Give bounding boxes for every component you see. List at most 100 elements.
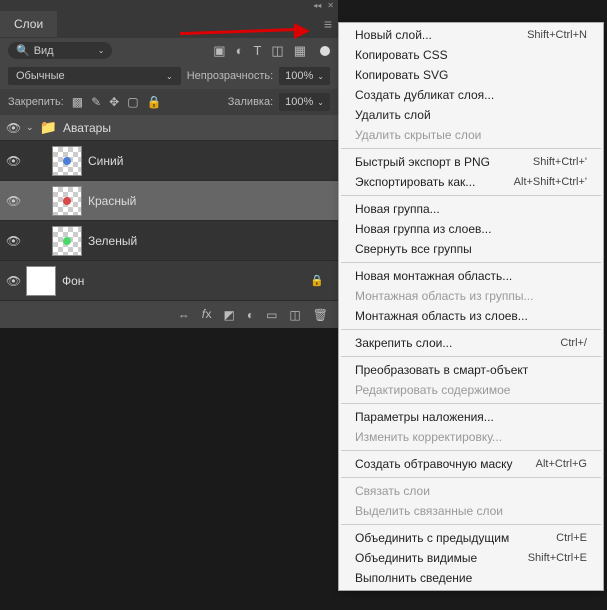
filter-input[interactable] xyxy=(34,45,94,57)
link-layers-icon[interactable]: ⇔ xyxy=(178,308,190,322)
filter-shape-icon[interactable]: ◫ xyxy=(271,43,283,59)
layer-row[interactable]: 👁 Красный xyxy=(0,181,338,221)
menu-item-label: Новая группа... xyxy=(355,202,440,216)
menu-item-label: Новый слой... xyxy=(355,28,432,42)
menu-item[interactable]: Создать дубликат слоя... xyxy=(339,85,603,105)
menu-item[interactable]: Новая монтажная область... xyxy=(339,266,603,286)
lock-position-icon[interactable]: ✥ xyxy=(109,95,119,109)
layer-thumbnail[interactable] xyxy=(52,186,82,216)
layer-name: Фон xyxy=(62,274,84,288)
adjustment-layer-icon[interactable]: ◐ xyxy=(247,308,254,322)
opacity-value: 100% xyxy=(285,70,313,82)
menu-item-label: Объединить видимые xyxy=(355,551,477,565)
close-icon[interactable]: ✕ xyxy=(327,1,334,10)
opacity-input[interactable]: 100% ⌄ xyxy=(279,67,330,85)
lock-row: Закрепить: ▩ ✎ ✥ ▢ 🔒 Заливка: 100% ⌄ xyxy=(0,89,338,115)
visibility-icon[interactable]: 👁 xyxy=(6,121,20,135)
menu-item[interactable]: Быстрый экспорт в PNGShift+Ctrl+' xyxy=(339,152,603,172)
lock-artboard-icon[interactable]: ▢ xyxy=(127,95,138,109)
menu-item-label: Связать слои xyxy=(355,484,430,498)
lock-all-icon[interactable]: 🔒 xyxy=(147,95,162,109)
menu-item-label: Создать обтравочную маску xyxy=(355,457,513,471)
layer-filter-dropdown[interactable]: 🔍 ⌄ xyxy=(8,42,112,59)
menu-item[interactable]: Преобразовать в смарт-объект xyxy=(339,360,603,380)
menu-item-label: Редактировать содержимое xyxy=(355,383,510,397)
collapse-icon[interactable]: ◂◂ xyxy=(313,1,321,10)
blend-mode-dropdown[interactable]: Обычные ⌄ xyxy=(8,67,181,85)
filter-row: 🔍 ⌄ ▣ ◐ T ◫ ▦ xyxy=(0,38,338,63)
layer-thumbnail[interactable] xyxy=(26,266,56,296)
annotation-arrow xyxy=(180,30,300,33)
visibility-icon[interactable]: 👁 xyxy=(6,194,20,208)
lock-pixels-icon[interactable]: ✎ xyxy=(91,95,101,109)
layer-row[interactable]: 👁 Фон 🔒 xyxy=(0,261,338,301)
menu-item[interactable]: Закрепить слои...Ctrl+/ xyxy=(339,333,603,353)
menu-item-label: Изменить корректировку... xyxy=(355,430,502,444)
fill-label: Заливка: xyxy=(228,96,273,108)
menu-item[interactable]: Объединить с предыдущимCtrl+E xyxy=(339,528,603,548)
filter-type-icon[interactable]: T xyxy=(253,43,261,58)
chevron-down-icon: ⌄ xyxy=(317,98,324,107)
menu-item[interactable]: Объединить видимыеShift+Ctrl+E xyxy=(339,548,603,568)
layers-tab[interactable]: Слои xyxy=(0,11,57,37)
lock-transparency-icon[interactable]: ▩ xyxy=(72,95,83,109)
filter-pixel-icon[interactable]: ▣ xyxy=(213,43,225,59)
menu-separator xyxy=(341,148,601,149)
menu-separator xyxy=(341,403,601,404)
fill-input[interactable]: 100% ⌄ xyxy=(279,93,330,111)
visibility-icon[interactable]: 👁 xyxy=(6,274,20,288)
menu-item[interactable]: Свернуть все группы xyxy=(339,239,603,259)
menu-item[interactable]: Удалить слой xyxy=(339,105,603,125)
menu-item[interactable]: Параметры наложения... xyxy=(339,407,603,427)
menu-item[interactable]: Монтажная область из слоев... xyxy=(339,306,603,326)
layer-thumbnail[interactable] xyxy=(52,226,82,256)
layer-row[interactable]: 👁 Зеленый xyxy=(0,221,338,261)
menu-item-shortcut: Alt+Shift+Ctrl+' xyxy=(514,176,587,188)
layer-name: Красный xyxy=(88,194,136,208)
menu-item-label: Преобразовать в смарт-объект xyxy=(355,363,528,377)
chevron-down-icon: ⌄ xyxy=(166,72,173,81)
menu-item-label: Создать дубликат слоя... xyxy=(355,88,494,102)
menu-item[interactable]: Копировать CSS xyxy=(339,45,603,65)
menu-item[interactable]: Экспортировать как...Alt+Shift+Ctrl+' xyxy=(339,172,603,192)
menu-item-shortcut: Shift+Ctrl+N xyxy=(527,29,587,41)
menu-item-shortcut: Alt+Ctrl+G xyxy=(536,458,587,470)
visibility-icon[interactable]: 👁 xyxy=(6,154,20,168)
visibility-icon[interactable]: 👁 xyxy=(6,234,20,248)
layer-mask-icon[interactable]: ◩ xyxy=(223,308,234,322)
menu-item: Удалить скрытые слои xyxy=(339,125,603,145)
menu-item[interactable]: Копировать SVG xyxy=(339,65,603,85)
menu-item: Изменить корректировку... xyxy=(339,427,603,447)
layer-style-icon[interactable]: 𝑓x xyxy=(202,307,212,322)
blend-opacity-row: Обычные ⌄ Непрозрачность: 100% ⌄ xyxy=(0,63,338,89)
menu-item-label: Новая группа из слоев... xyxy=(355,222,491,236)
panel-menu-icon[interactable]: ≡ xyxy=(324,16,332,32)
menu-item[interactable]: Новая группа... xyxy=(339,199,603,219)
menu-item[interactable]: Новая группа из слоев... xyxy=(339,219,603,239)
lock-icon[interactable]: 🔒 xyxy=(310,274,324,287)
delete-layer-icon[interactable]: 🗑 xyxy=(313,308,328,322)
filter-smart-icon[interactable]: ▦ xyxy=(294,43,306,59)
blend-mode-value: Обычные xyxy=(16,70,65,82)
layer-thumbnail[interactable] xyxy=(52,146,82,176)
layer-name: Синий xyxy=(88,154,123,168)
new-layer-icon[interactable]: ◫ xyxy=(289,308,300,322)
menu-item[interactable]: Создать обтравочную маску Alt+Ctrl+G xyxy=(339,454,603,474)
menu-separator xyxy=(341,356,601,357)
layer-folder[interactable]: 👁 ⌄ 📁 Аватары xyxy=(0,115,338,141)
menu-item-label: Монтажная область из слоев... xyxy=(355,309,528,323)
chevron-down-icon: ⌄ xyxy=(317,72,324,81)
filter-adjustment-icon[interactable]: ◐ xyxy=(236,43,244,58)
filter-toggle[interactable] xyxy=(320,46,330,56)
menu-item[interactable]: Новый слой... Shift+Ctrl+N xyxy=(339,25,603,45)
menu-item-label: Монтажная область из группы... xyxy=(355,289,533,303)
menu-separator xyxy=(341,477,601,478)
menu-item-label: Свернуть все группы xyxy=(355,242,472,256)
chevron-down-icon[interactable]: ⌄ xyxy=(26,122,34,133)
layer-row[interactable]: 👁 Синий xyxy=(0,141,338,181)
new-group-icon[interactable]: ▭ xyxy=(266,308,277,322)
menu-item-label: Удалить скрытые слои xyxy=(355,128,481,142)
layers-list: 👁 ⌄ 📁 Аватары 👁 Синий 👁 Красный 👁 Зелены… xyxy=(0,115,338,301)
menu-separator xyxy=(341,450,601,451)
menu-item[interactable]: Выполнить сведение xyxy=(339,568,603,588)
